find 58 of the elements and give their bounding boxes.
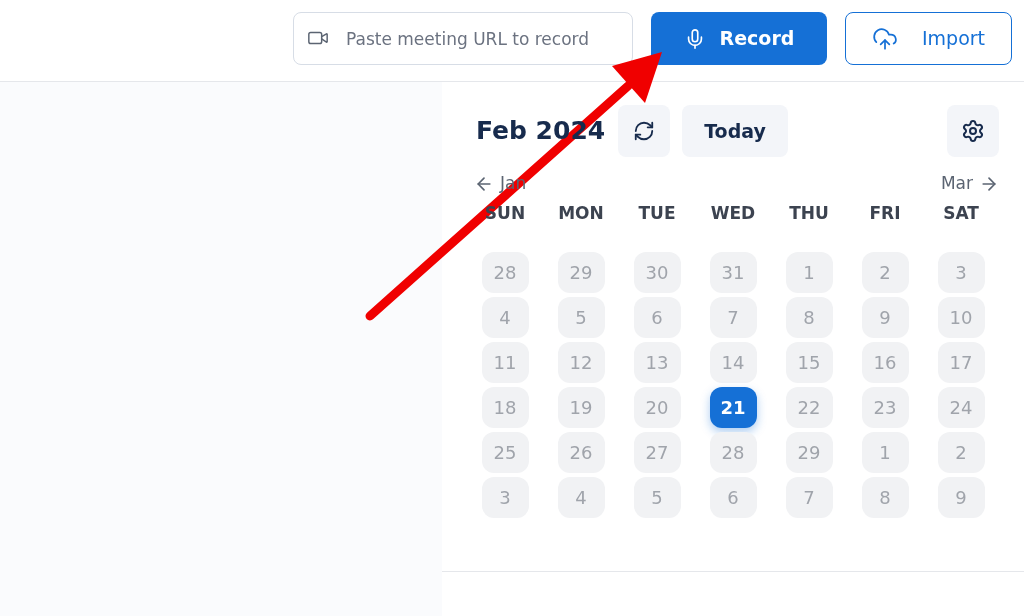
day-button[interactable]: 11 <box>481 341 529 383</box>
day-button[interactable]: 5 <box>633 476 681 518</box>
day-button[interactable]: 15 <box>785 341 833 383</box>
cloud-upload-icon <box>871 25 898 52</box>
day-button[interactable]: 28 <box>481 251 529 293</box>
day-button[interactable]: 3 <box>481 476 529 518</box>
day-button[interactable]: 19 <box>557 386 605 428</box>
day-button[interactable]: 2 <box>861 251 909 293</box>
weekday-label: THU <box>788 201 830 225</box>
day-button[interactable]: 29 <box>785 431 833 473</box>
day-button[interactable]: 17 <box>937 341 985 383</box>
day-button[interactable]: 5 <box>557 296 605 338</box>
day-button[interactable]: 22 <box>785 386 833 428</box>
day-button[interactable]: 1 <box>785 251 833 293</box>
day-button[interactable]: 30 <box>633 251 681 293</box>
day-button[interactable]: 7 <box>709 296 757 338</box>
day-button[interactable]: 20 <box>633 386 681 428</box>
day-button[interactable]: 12 <box>557 341 605 383</box>
day-button[interactable]: 13 <box>633 341 681 383</box>
today-button[interactable]: Today <box>682 105 788 157</box>
refresh-icon <box>633 120 655 142</box>
weekday-label: SAT <box>942 201 980 225</box>
day-button[interactable]: 16 <box>861 341 909 383</box>
day-button[interactable]: 28 <box>709 431 757 473</box>
day-button[interactable]: 26 <box>557 431 605 473</box>
day-button[interactable]: 8 <box>785 296 833 338</box>
import-button[interactable]: Import <box>845 12 1012 65</box>
day-button[interactable]: 1 <box>861 431 909 473</box>
day-button[interactable]: 29 <box>557 251 605 293</box>
day-button[interactable]: 4 <box>557 476 605 518</box>
settings-icon <box>961 119 985 143</box>
day-button[interactable]: 6 <box>633 296 681 338</box>
weekday-label: TUE <box>637 201 677 225</box>
day-button[interactable]: 23 <box>861 386 909 428</box>
day-button[interactable]: 4 <box>481 296 529 338</box>
day-button[interactable]: 14 <box>709 341 757 383</box>
day-button[interactable]: 8 <box>861 476 909 518</box>
url-field[interactable]: Paste meeting URL to record <box>293 12 633 65</box>
day-button[interactable]: 31 <box>709 251 757 293</box>
day-button[interactable]: 9 <box>861 296 909 338</box>
day-button[interactable]: 3 <box>937 251 985 293</box>
weekday-label: WED <box>709 201 757 225</box>
settings-button[interactable] <box>947 105 999 157</box>
weekday-label: MON <box>557 201 605 225</box>
day-button[interactable]: 18 <box>481 386 529 428</box>
record-button[interactable]: Record <box>651 12 827 65</box>
day-button[interactable]: 2 <box>937 431 985 473</box>
day-button[interactable]: 27 <box>633 431 681 473</box>
weekday-label: FRI <box>868 201 902 225</box>
day-button[interactable]: 21 <box>709 386 757 428</box>
day-button[interactable]: 25 <box>481 431 529 473</box>
day-button[interactable]: 10 <box>937 296 985 338</box>
next-month-link[interactable]: Mar <box>940 171 999 197</box>
day-button[interactable]: 6 <box>709 476 757 518</box>
day-button[interactable]: 9 <box>937 476 985 518</box>
refresh-button[interactable] <box>618 105 670 157</box>
day-button[interactable]: 7 <box>785 476 833 518</box>
day-button[interactable]: 24 <box>937 386 985 428</box>
